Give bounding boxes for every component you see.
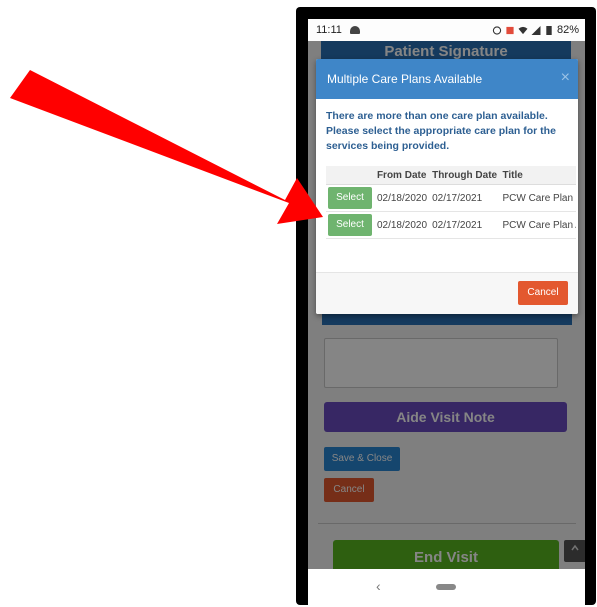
back-icon[interactable]: ‹ bbox=[376, 578, 381, 594]
select-button[interactable]: Select bbox=[328, 214, 372, 236]
signal-icon bbox=[531, 25, 541, 35]
from-date-cell: 02/18/2020 bbox=[374, 211, 431, 239]
select-button[interactable]: Select bbox=[328, 187, 372, 209]
close-icon[interactable]: × bbox=[561, 69, 570, 87]
table-row: Select 02/18/2020 02/17/2021 PCW Care Pl… bbox=[326, 211, 576, 239]
status-time: 11:11 bbox=[316, 24, 342, 36]
modal-body: There are more than one care plan availa… bbox=[316, 99, 578, 239]
modal-header: Multiple Care Plans Available × bbox=[316, 59, 578, 99]
through-date-cell: 02/17/2021 bbox=[430, 184, 501, 212]
title-cell: PCW Care Plan F bbox=[500, 184, 576, 212]
modal-message: There are more than one care plan availa… bbox=[326, 110, 556, 152]
from-date-cell: 02/18/2020 bbox=[374, 184, 431, 212]
status-bar: 11:11 82% bbox=[308, 19, 585, 41]
modal-cancel-button[interactable]: Cancel bbox=[518, 281, 568, 305]
table-row: Select 02/18/2020 02/17/2021 PCW Care Pl… bbox=[326, 184, 576, 212]
column-header bbox=[326, 166, 375, 185]
modal-footer: Cancel bbox=[316, 272, 578, 314]
modal-title: Multiple Care Plans Available bbox=[327, 72, 483, 86]
battery-icon bbox=[546, 25, 552, 35]
through-date-cell: 02/17/2021 bbox=[430, 211, 501, 239]
android-nav-bar: ‹ bbox=[308, 569, 585, 605]
battery-level: 82% bbox=[556, 24, 579, 36]
care-plan-modal: Multiple Care Plans Available × There ar… bbox=[316, 59, 578, 314]
phone-screen: 11:11 82% Patient Signature Aide Visit N… bbox=[308, 19, 585, 605]
column-header-title: Title bbox=[500, 166, 576, 185]
android-icon bbox=[349, 26, 360, 34]
home-pill-icon[interactable] bbox=[436, 584, 456, 590]
phone-frame: 11:11 82% Patient Signature Aide Visit N… bbox=[296, 7, 596, 605]
alarm-icon bbox=[492, 25, 502, 35]
table-header-row: From Date Through Date Title bbox=[326, 166, 576, 185]
wifi-icon bbox=[518, 26, 528, 34]
care-plan-table: From Date Through Date Title Select 02/1… bbox=[326, 166, 576, 239]
column-header-from-date: From Date bbox=[374, 166, 431, 185]
app-notification-icon bbox=[506, 26, 514, 34]
column-header-through-date: Through Date bbox=[430, 166, 501, 185]
title-cell: PCW Care Plan A bbox=[500, 211, 576, 239]
